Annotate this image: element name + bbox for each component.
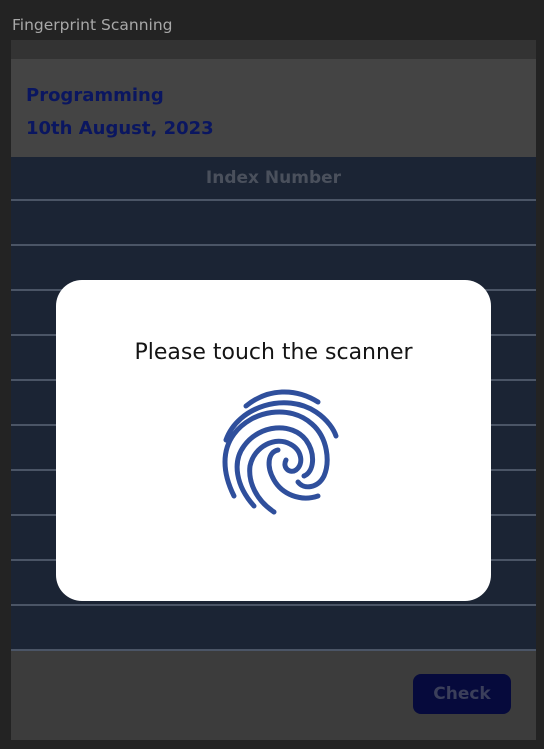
fingerprint-dialog: Please touch the scanner <box>56 280 491 601</box>
fingerprint-icon <box>222 389 339 515</box>
table-row[interactable] <box>11 201 536 246</box>
course-header: Programming 10th August, 2023 <box>11 59 536 157</box>
course-date: 10th August, 2023 <box>26 118 214 139</box>
app-window: Fingerprint Scanning Programming 10th Au… <box>0 0 544 749</box>
dialog-message: Please touch the scanner <box>134 340 413 365</box>
course-name: Programming <box>26 85 164 106</box>
check-button[interactable]: Check <box>413 674 511 714</box>
column-header-index-number: Index Number <box>11 157 536 201</box>
window-title: Fingerprint Scanning <box>12 16 173 34</box>
top-strip <box>11 40 536 59</box>
footer-bar: Check <box>11 651 536 740</box>
table-row[interactable] <box>11 606 536 651</box>
